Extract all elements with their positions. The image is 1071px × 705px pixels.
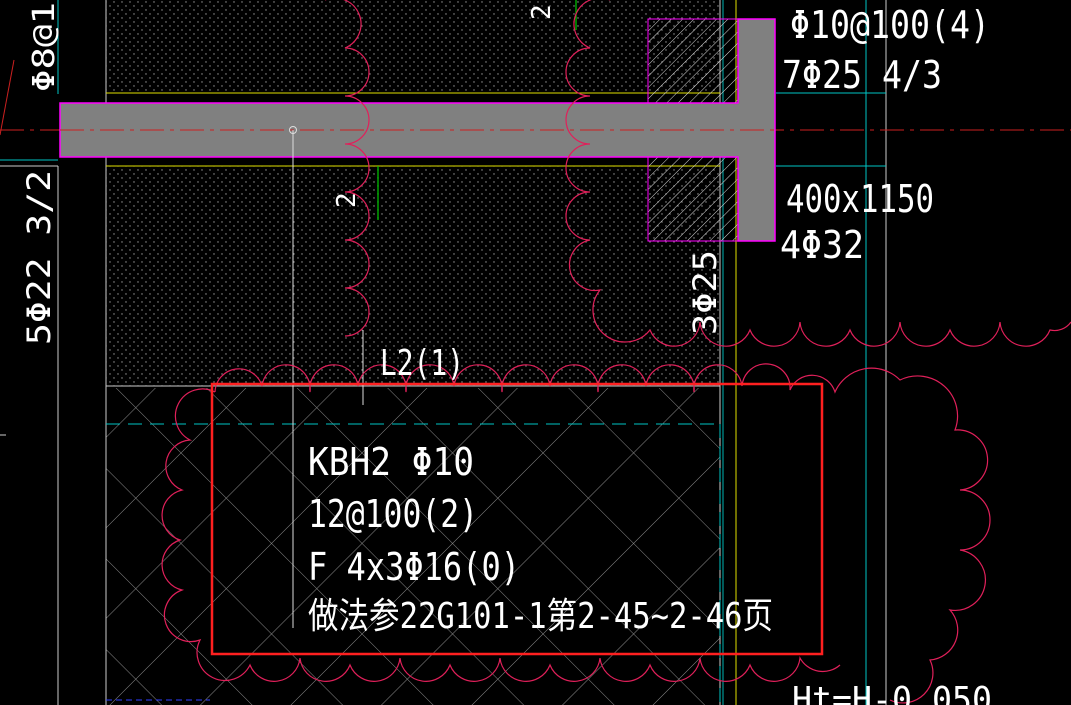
- right-vertical-rebar-label: 3Φ25: [686, 250, 724, 335]
- note-line-3: F 4x3Φ16(0): [308, 545, 520, 589]
- column-hatch-bottom: [647, 156, 741, 242]
- bottom-bars-label: 4Φ32: [780, 223, 864, 267]
- elevation-label-partial: Ht=H-0.050: [792, 680, 992, 705]
- column-hatch-top: [647, 18, 741, 104]
- note-line-4: 做法参22G101-1第2-45~2-46页: [308, 596, 773, 637]
- top-bars-label: 7Φ25 4/3: [782, 53, 942, 97]
- note-line-1: KBH2 Φ10: [308, 440, 474, 484]
- span-mark-top: 2: [527, 4, 557, 20]
- span-mark-middle: 2: [332, 192, 362, 208]
- cad-drawing-canvas[interactable]: Φ8@1 5Φ22 3/2 2 2 3Φ25 Φ10@100(4) 7Φ25 4…: [0, 0, 1071, 705]
- beam-name-label: L2(1): [380, 343, 464, 384]
- note-line-2: 12@100(2): [308, 492, 478, 536]
- top-left-vertical-label: Φ8@1: [27, 2, 62, 92]
- left-vertical-rebar-label: 5Φ22 3/2: [20, 170, 58, 345]
- section-size-label: 400x1150: [786, 177, 934, 221]
- slab-dotted-top: [106, 0, 720, 93]
- stirrup-label: Φ10@100(4): [790, 3, 990, 47]
